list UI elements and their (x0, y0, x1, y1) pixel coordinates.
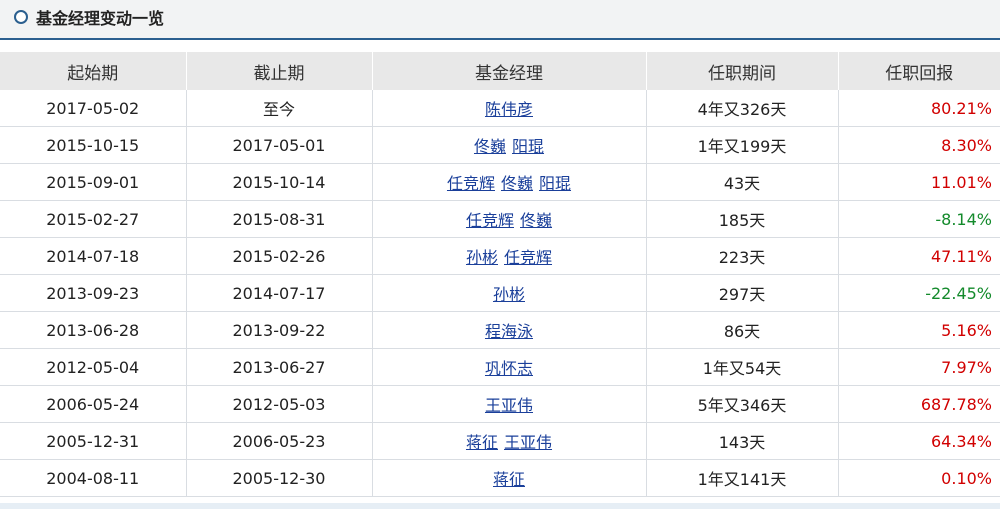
column-header-return: 任职回报 (838, 52, 1000, 90)
circle-bullet-icon (14, 10, 28, 24)
column-header-end: 截止期 (186, 52, 373, 90)
tenure-cell: 297天 (646, 274, 839, 312)
manager-cell: 蒋征 王亚伟 (372, 422, 647, 460)
manager-cell: 王亚伟 (372, 385, 647, 423)
manager-cell: 程海泳 (372, 311, 647, 349)
manager-link[interactable]: 佟巍 (520, 211, 552, 230)
tenure-cell: 223天 (646, 237, 839, 275)
column-header-start: 起始期 (0, 52, 187, 90)
start-date-cell: 2015-02-27 (0, 200, 187, 238)
manager-link[interactable]: 巩怀志 (485, 359, 533, 378)
return-cell: 8.30% (838, 126, 1000, 164)
end-date-cell: 2005-12-30 (186, 459, 373, 497)
table-row: 2015-10-15 2017-05-01 佟巍 阳琨 1年又199天 8.30% (0, 126, 1000, 164)
end-date-cell: 2015-10-14 (186, 163, 373, 201)
header-gap (0, 40, 1000, 52)
return-cell: -8.14% (838, 200, 1000, 238)
start-date-cell: 2013-06-28 (0, 311, 187, 349)
manager-link[interactable]: 任竞辉 (504, 248, 552, 267)
return-cell: 5.16% (838, 311, 1000, 349)
return-cell: 7.97% (838, 348, 1000, 386)
tenure-cell: 86天 (646, 311, 839, 349)
return-cell: 47.11% (838, 237, 1000, 275)
tenure-cell: 185天 (646, 200, 839, 238)
end-date-cell: 2014-07-17 (186, 274, 373, 312)
end-date-cell: 2013-06-27 (186, 348, 373, 386)
end-date-cell: 2015-08-31 (186, 200, 373, 238)
tenure-cell: 43天 (646, 163, 839, 201)
start-date-cell: 2017-05-02 (0, 90, 187, 127)
manager-link[interactable]: 程海泳 (485, 322, 533, 341)
table-body: 2017-05-02 至今 陈伟彦 4年又326天 80.21% 2015-10-15 20… (0, 90, 1000, 497)
tenure-cell: 4年又326天 (646, 90, 839, 127)
manager-cell: 佟巍 阳琨 (372, 126, 647, 164)
table-row: 2014-07-18 2015-02-26 孙彬 任竞辉 223天 47.11% (0, 237, 1000, 275)
start-date-cell: 2015-09-01 (0, 163, 187, 201)
table-row: 2005-12-31 2006-05-23 蒋征 王亚伟 143天 64.34% (0, 422, 1000, 460)
manager-link[interactable]: 陈伟彦 (485, 100, 533, 119)
return-cell: 64.34% (838, 422, 1000, 460)
tenure-cell: 1年又199天 (646, 126, 839, 164)
start-date-cell: 2015-10-15 (0, 126, 187, 164)
manager-link[interactable]: 孙彬 (466, 248, 498, 267)
manager-link[interactable]: 佟巍 (501, 174, 533, 193)
end-date-cell: 2017-05-01 (186, 126, 373, 164)
manager-link[interactable]: 阳琨 (539, 174, 571, 193)
manager-change-table: 起始期 截止期 基金经理 任职期间 任职回报 2017-05-02 至今 陈伟彦 4年… (0, 52, 1000, 497)
manager-link[interactable]: 蒋征 (493, 470, 525, 489)
column-header-tenure: 任职期间 (646, 52, 839, 90)
tenure-cell: 5年又346天 (646, 385, 839, 423)
table-row: 2015-02-27 2015-08-31 任竞辉 佟巍 185天 -8.14% (0, 200, 1000, 238)
table-row: 2013-06-28 2013-09-22 程海泳 86天 5.16% (0, 311, 1000, 349)
start-date-cell: 2005-12-31 (0, 422, 187, 460)
table-header-row: 起始期 截止期 基金经理 任职期间 任职回报 (0, 52, 1000, 90)
table-row: 2015-09-01 2015-10-14 任竞辉 佟巍 阳琨 43天 11.01% (0, 163, 1000, 201)
start-date-cell: 2014-07-18 (0, 237, 187, 275)
return-cell: 687.78% (838, 385, 1000, 423)
panel-header: 基金经理变动一览 (0, 0, 1000, 40)
start-date-cell: 2012-05-04 (0, 348, 187, 386)
end-date-cell: 2012-05-03 (186, 385, 373, 423)
tenure-cell: 1年又54天 (646, 348, 839, 386)
table-row: 2006-05-24 2012-05-03 王亚伟 5年又346天 687.78% (0, 385, 1000, 423)
end-date-cell: 2013-09-22 (186, 311, 373, 349)
start-date-cell: 2004-08-11 (0, 459, 187, 497)
column-header-manager: 基金经理 (372, 52, 647, 90)
manager-cell: 蒋征 (372, 459, 647, 497)
manager-link[interactable]: 王亚伟 (485, 396, 533, 415)
manager-link[interactable]: 任竞辉 (447, 174, 495, 193)
tenure-cell: 143天 (646, 422, 839, 460)
manager-cell: 巩怀志 (372, 348, 647, 386)
manager-cell: 陈伟彦 (372, 90, 647, 127)
panel-title: 基金经理变动一览 (36, 9, 165, 28)
table-row: 2013-09-23 2014-07-17 孙彬 297天 -22.45% (0, 274, 1000, 312)
table-row: 2004-08-11 2005-12-30 蒋征 1年又141天 0.10% (0, 459, 1000, 497)
end-date-cell: 2006-05-23 (186, 422, 373, 460)
bottom-rule (0, 503, 1000, 509)
manager-cell: 任竞辉 佟巍 (372, 200, 647, 238)
manager-link[interactable]: 王亚伟 (504, 433, 552, 452)
start-date-cell: 2013-09-23 (0, 274, 187, 312)
end-date-cell: 2015-02-26 (186, 237, 373, 275)
tenure-cell: 1年又141天 (646, 459, 839, 497)
manager-link[interactable]: 任竞辉 (466, 211, 514, 230)
start-date-cell: 2006-05-24 (0, 385, 187, 423)
return-cell: 11.01% (838, 163, 1000, 201)
manager-cell: 孙彬 (372, 274, 647, 312)
return-cell: 80.21% (838, 90, 1000, 127)
end-date-cell: 至今 (186, 90, 373, 127)
manager-cell: 任竞辉 佟巍 阳琨 (372, 163, 647, 201)
manager-link[interactable]: 佟巍 (474, 137, 506, 156)
table-row: 2012-05-04 2013-06-27 巩怀志 1年又54天 7.97% (0, 348, 1000, 386)
manager-cell: 孙彬 任竞辉 (372, 237, 647, 275)
return-cell: -22.45% (838, 274, 1000, 312)
return-cell: 0.10% (838, 459, 1000, 497)
manager-link[interactable]: 孙彬 (493, 285, 525, 304)
manager-link[interactable]: 阳琨 (512, 137, 544, 156)
manager-link[interactable]: 蒋征 (466, 433, 498, 452)
table-row: 2017-05-02 至今 陈伟彦 4年又326天 80.21% (0, 90, 1000, 127)
